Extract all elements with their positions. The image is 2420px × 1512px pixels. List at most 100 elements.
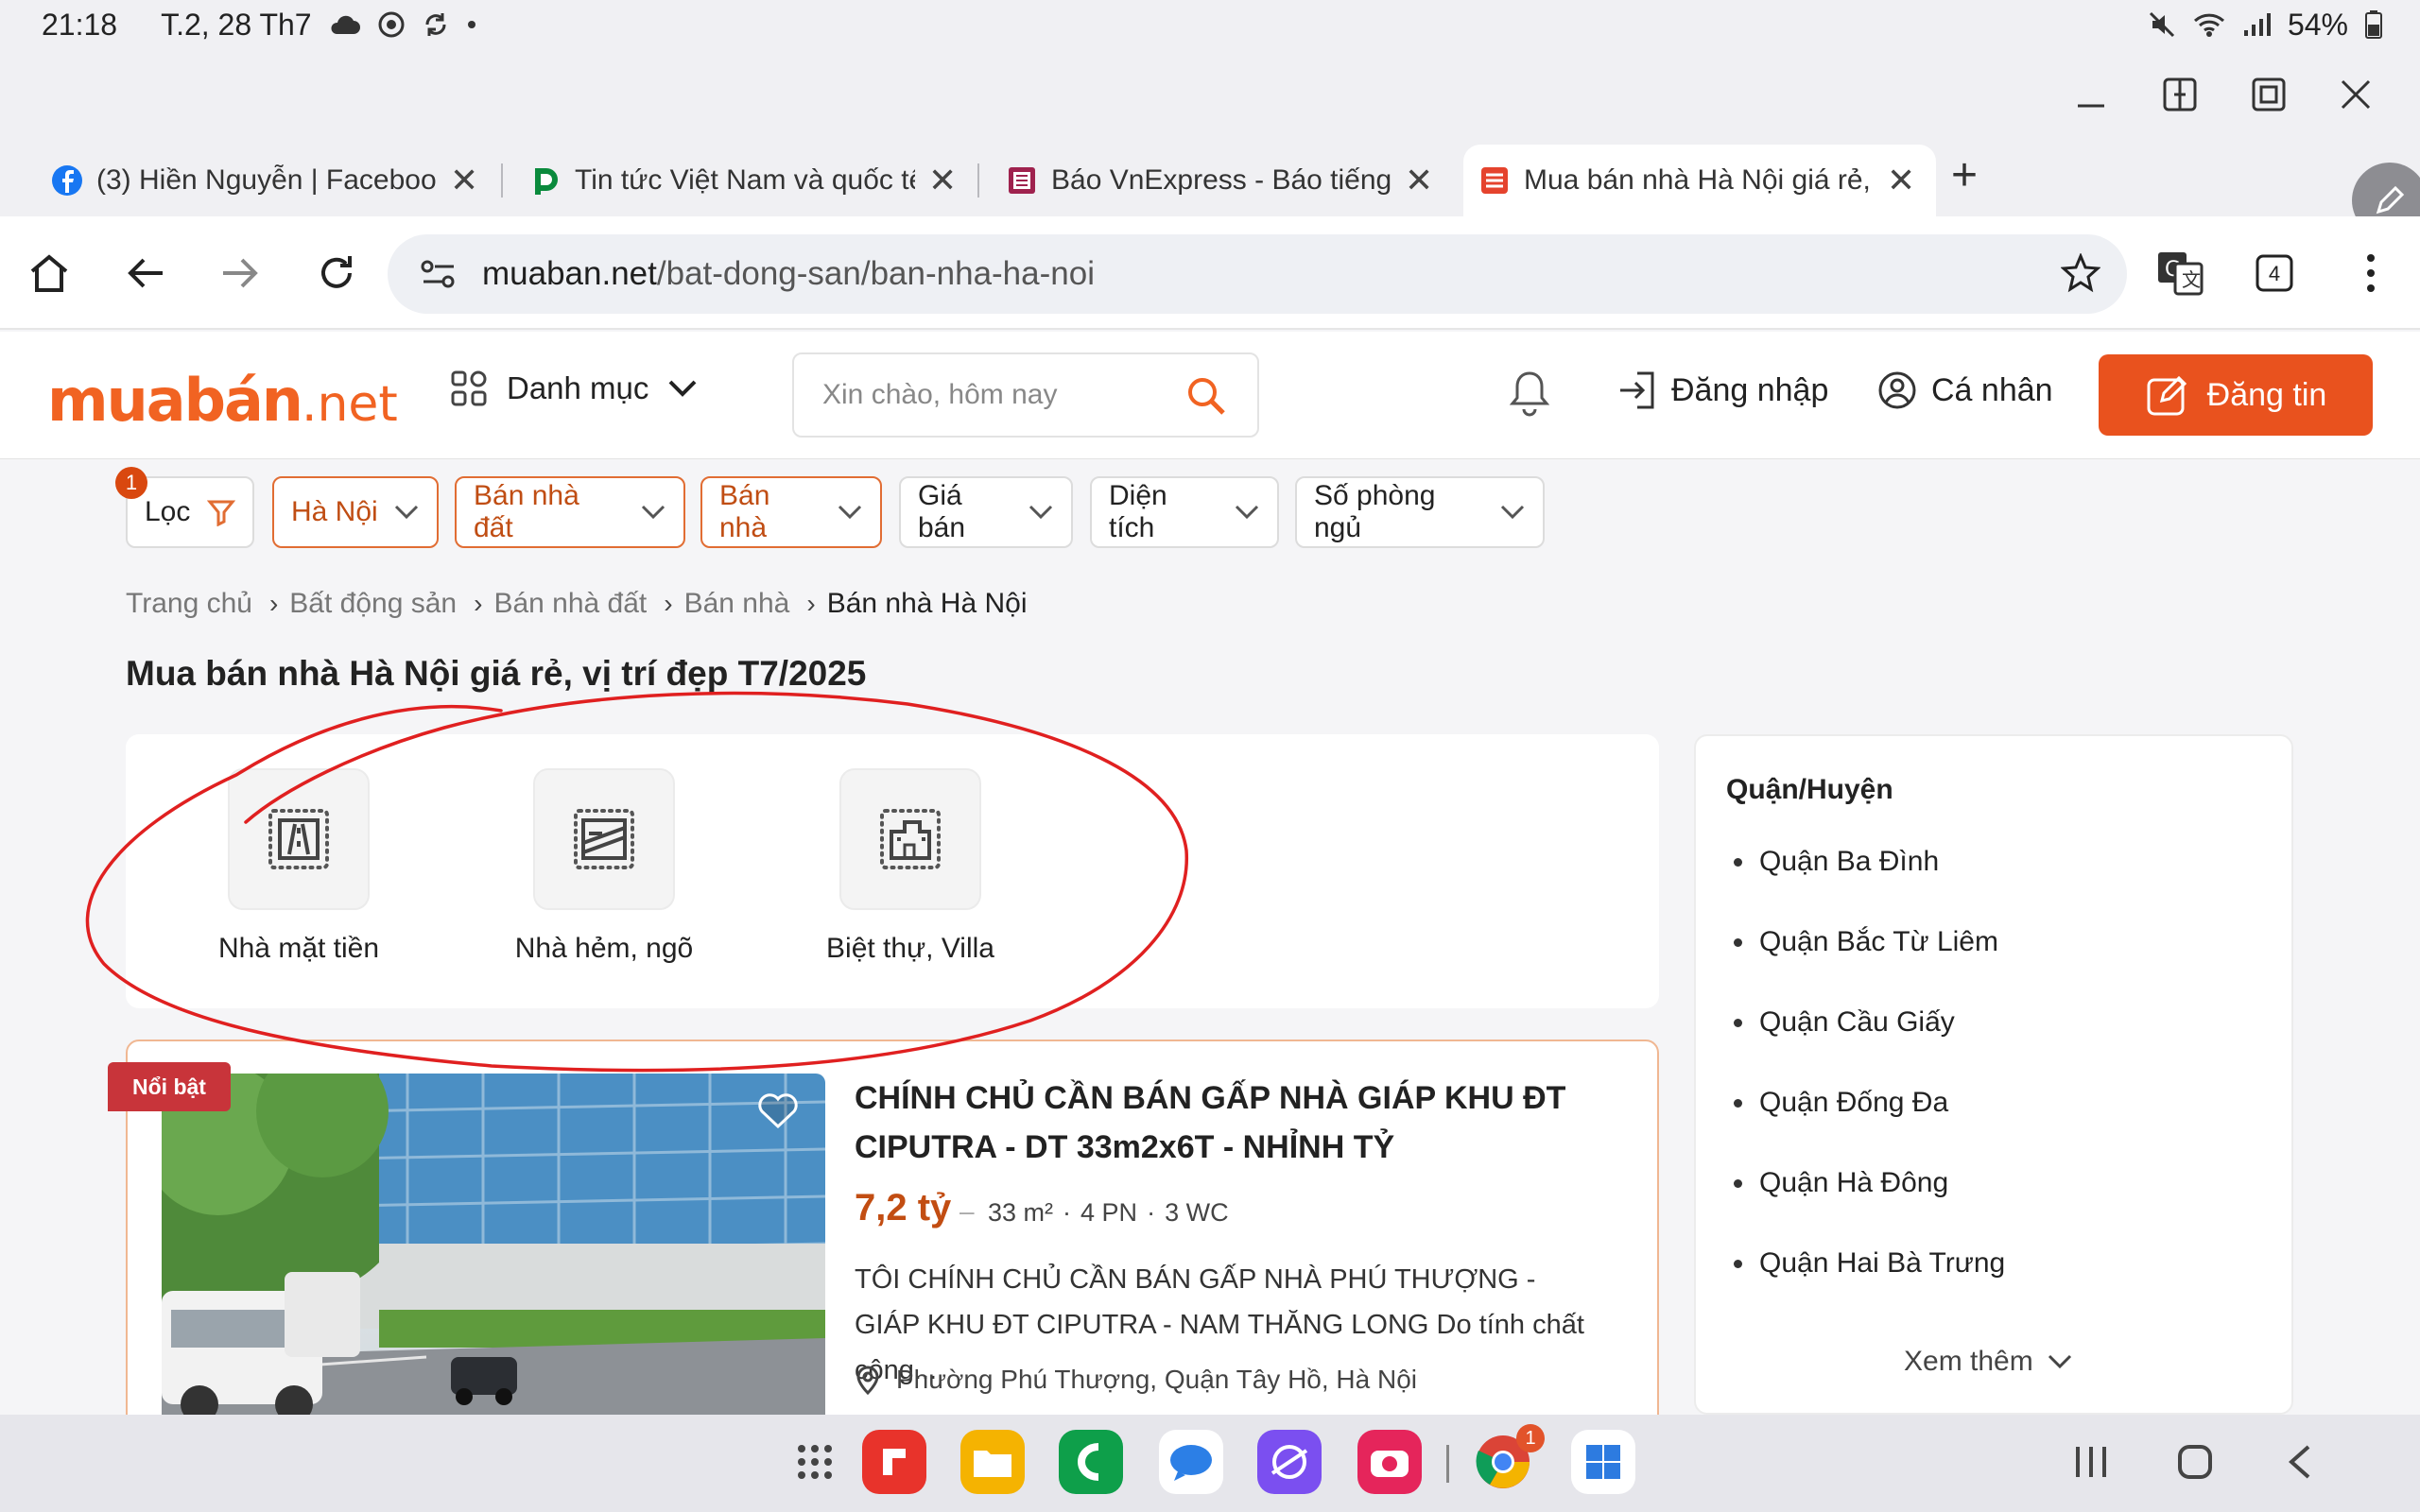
login-button[interactable]: Đăng nhập bbox=[1616, 369, 1828, 411]
district-link[interactable]: Quận Hà Đông bbox=[1734, 1167, 1948, 1199]
price-separator: – bbox=[959, 1196, 975, 1226]
new-tab-button[interactable]: + bbox=[1951, 149, 1978, 201]
notification-bell-icon[interactable] bbox=[1509, 369, 1550, 417]
meta-separator: · bbox=[1063, 1198, 1072, 1227]
site-header: muabán.net Danh mục Xin chào, hôm nay Đă… bbox=[0, 332, 2420, 459]
internet-app-icon[interactable] bbox=[1257, 1430, 1322, 1494]
breadcrumb-link[interactable]: Bán nhà bbox=[684, 588, 790, 620]
search-placeholder: Xin chào, hôm nay bbox=[822, 379, 1058, 410]
show-more-button[interactable]: Xem thêm bbox=[1904, 1346, 2073, 1378]
reload-button[interactable] bbox=[308, 245, 365, 301]
user-icon bbox=[1876, 369, 1918, 411]
search-input[interactable]: Xin chào, hôm nay bbox=[792, 352, 1259, 438]
district-label: Quận Ba Đình bbox=[1759, 846, 1940, 877]
close-window-button[interactable] bbox=[2327, 66, 2384, 123]
menu-more-icon[interactable] bbox=[2342, 245, 2399, 301]
listing-location: Phường Phú Thượng, Quận Tây Hồ, Hà Nội bbox=[855, 1365, 1417, 1395]
listing-title[interactable]: CHÍNH CHỦ CẦN BÁN GẤP NHÀ GIÁP KHU ĐT CI… bbox=[855, 1074, 1573, 1172]
tab-vnexpress[interactable]: Báo VnExpress - Báo tiếng Việt ✕ bbox=[1006, 145, 1441, 216]
mute-icon bbox=[2148, 10, 2176, 39]
recents-button[interactable] bbox=[2072, 1443, 2110, 1481]
post-listing-button[interactable]: Đăng tin bbox=[2099, 354, 2373, 436]
breadcrumb-link[interactable]: Bán nhà đất bbox=[493, 588, 647, 620]
tab-switcher-button[interactable]: 4 bbox=[2246, 245, 2303, 301]
split-view-button[interactable] bbox=[2152, 66, 2208, 123]
camera-app-icon[interactable] bbox=[1357, 1430, 1422, 1494]
category-street-front[interactable]: Nhà mặt tiền bbox=[185, 768, 412, 965]
translate-icon[interactable]: G文 bbox=[2152, 245, 2208, 301]
district-link[interactable]: Quận Hai Bà Trưng bbox=[1734, 1247, 2005, 1280]
filter-area[interactable]: Diện tích bbox=[1090, 476, 1279, 548]
district-link[interactable]: Quận Ba Đình bbox=[1734, 846, 1939, 878]
filter-label: Bán nhà đất bbox=[474, 480, 579, 543]
app-drawer-icon[interactable] bbox=[796, 1443, 834, 1481]
tab-muaban[interactable]: Mua bán nhà Hà Nội giá rẻ, vị trí ✕ bbox=[1463, 145, 1936, 216]
address-bar[interactable]: muaban.net/bat-dong-san/ban-nha-ha-noi bbox=[388, 234, 2127, 314]
back-button[interactable] bbox=[117, 245, 174, 301]
filter-price[interactable]: Giá bán bbox=[899, 476, 1073, 548]
chevron-down-icon bbox=[837, 504, 863, 521]
minimize-button[interactable] bbox=[2063, 66, 2119, 123]
forward-button[interactable] bbox=[212, 245, 268, 301]
messages-app-icon[interactable] bbox=[1159, 1430, 1223, 1494]
category-menu-button[interactable]: Danh mục bbox=[450, 369, 698, 407]
district-link[interactable]: Quận Đống Đa bbox=[1734, 1087, 1948, 1119]
logo-text: muabán bbox=[47, 366, 303, 435]
battery-level: 54% bbox=[2287, 7, 2348, 42]
chevron-right-icon: › bbox=[806, 589, 816, 618]
district-link[interactable]: Quận Bắc Từ Liêm bbox=[1734, 926, 1998, 958]
breadcrumb-link[interactable]: Trang chủ bbox=[126, 588, 252, 620]
close-tab-icon[interactable]: ✕ bbox=[1405, 161, 1433, 200]
edit-icon bbox=[2145, 372, 2190, 418]
date: T.2, 28 Th7 bbox=[161, 7, 312, 42]
windows-app-icon[interactable] bbox=[1571, 1430, 1635, 1494]
district-label: Quận Hai Bà Trưng bbox=[1759, 1247, 2006, 1279]
bookmark-star-icon[interactable] bbox=[2061, 253, 2100, 293]
site-settings-icon[interactable] bbox=[420, 257, 458, 291]
category-label: Danh mục bbox=[507, 370, 649, 405]
tab-title: Báo VnExpress - Báo tiếng Việt bbox=[1051, 164, 1392, 196]
close-tab-icon[interactable]: ✕ bbox=[450, 161, 478, 200]
chevron-down-icon bbox=[1028, 504, 1054, 521]
filter-subtype[interactable]: Bán nhà bbox=[700, 476, 882, 548]
filter-city[interactable]: Hà Nội bbox=[272, 476, 439, 548]
sync-icon bbox=[422, 10, 450, 39]
category-alley[interactable]: Nhà hẻm, ngõ bbox=[491, 768, 717, 965]
site-logo[interactable]: muabán.net bbox=[47, 366, 398, 435]
popup-view-button[interactable] bbox=[2240, 66, 2297, 123]
category-villa[interactable]: Biệt thự, Villa bbox=[797, 768, 1024, 965]
tab-facebook[interactable]: (3) Hiền Nguyễn | Facebook ✕ bbox=[51, 145, 486, 216]
page-title: Mua bán nhà Hà Nội giá rẻ, vị trí đẹp T7… bbox=[126, 654, 867, 693]
tab-count: 4 bbox=[2269, 262, 2280, 285]
chevron-down-icon bbox=[640, 504, 666, 521]
filter-count-badge: 1 bbox=[115, 467, 147, 499]
chevron-right-icon: › bbox=[268, 589, 279, 618]
tab-news[interactable]: Tin tức Việt Nam và quốc tế mới nhất ✕ bbox=[529, 145, 964, 216]
home-nav-button[interactable] bbox=[2176, 1443, 2214, 1481]
filter-label: Bán nhà bbox=[719, 480, 770, 543]
tab-title: (3) Hiền Nguyễn | Facebook bbox=[96, 164, 437, 196]
filter-bedrooms[interactable]: Số phòng ngủ bbox=[1295, 476, 1545, 548]
profile-button[interactable]: Cá nhân bbox=[1876, 369, 2053, 411]
breadcrumb-link[interactable]: Bất động sản bbox=[289, 588, 457, 620]
chrome-app-icon[interactable]: 1 bbox=[1471, 1424, 1545, 1494]
close-tab-icon[interactable]: ✕ bbox=[1887, 161, 1915, 200]
url-text[interactable]: muaban.net/bat-dong-san/ban-nha-ha-noi bbox=[482, 255, 1095, 293]
logo-suffix: .net bbox=[301, 376, 398, 433]
clock: 21:18 bbox=[42, 7, 118, 42]
district-link[interactable]: Quận Cầu Giấy bbox=[1734, 1006, 1955, 1039]
chevron-down-icon bbox=[1499, 504, 1526, 521]
filter-property-type[interactable]: Bán nhà đất bbox=[455, 476, 685, 548]
chrome-badge: 1 bbox=[1516, 1424, 1545, 1452]
flipboard-app-icon[interactable] bbox=[862, 1430, 926, 1494]
phone-app-icon[interactable] bbox=[1059, 1430, 1123, 1494]
favorite-heart-icon[interactable] bbox=[756, 1091, 800, 1130]
search-icon[interactable] bbox=[1185, 375, 1227, 417]
filter-label: Số phòng ngủ bbox=[1314, 480, 1436, 543]
back-nav-button[interactable] bbox=[2282, 1443, 2320, 1481]
chrome-notification-icon bbox=[378, 11, 405, 38]
files-app-icon[interactable] bbox=[960, 1430, 1025, 1494]
close-tab-icon[interactable]: ✕ bbox=[928, 161, 957, 200]
home-button[interactable] bbox=[21, 245, 78, 301]
bullet bbox=[1734, 937, 1742, 947]
